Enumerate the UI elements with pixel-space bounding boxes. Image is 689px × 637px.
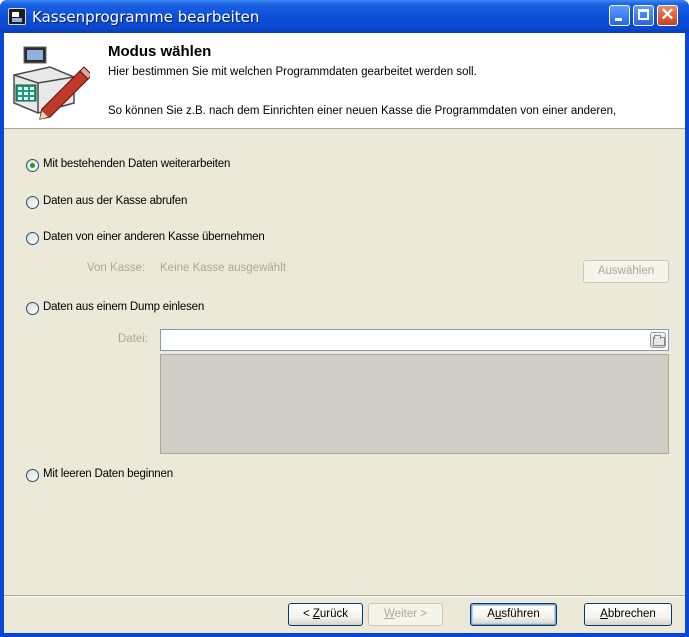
window-bottom-border xyxy=(4,633,685,637)
radio-dump-data[interactable] xyxy=(26,302,39,315)
header-description: Hier bestimmen Sie mit welchen Programmd… xyxy=(108,66,477,78)
radio-copy-data[interactable] xyxy=(26,232,39,245)
dump-file-input[interactable] xyxy=(160,329,669,351)
option-empty-label: Mit leeren Daten beginnen xyxy=(43,468,173,480)
file-label: Datei: xyxy=(118,333,149,345)
folder-open-icon[interactable] xyxy=(650,332,666,348)
cancel-button[interactable]: Abbrechen xyxy=(584,603,672,626)
back-button-prefix: < xyxy=(302,608,313,620)
cash-register-edit-icon xyxy=(13,46,90,120)
window-title: Kassenprogramme bearbeiten xyxy=(32,8,260,26)
run-button-pre: A xyxy=(487,608,495,620)
header-description-2: So können Sie z.B. nach dem Einrichten e… xyxy=(108,105,617,117)
run-button-label: sführen xyxy=(501,608,540,620)
dump-preview-area xyxy=(160,354,669,454)
run-button[interactable]: Ausführen xyxy=(470,603,557,626)
maximize-icon xyxy=(638,9,649,20)
option-copy-label: Daten von einer anderen Kasse übernehmen xyxy=(43,231,265,243)
next-button[interactable]: Weiter > xyxy=(368,603,443,626)
back-button-label: urück xyxy=(319,608,349,620)
header-title: Modus wählen xyxy=(108,43,212,60)
radio-existing-data[interactable] xyxy=(26,159,39,172)
option-existing-label: Mit bestehenden Daten weiterarbeiten xyxy=(43,158,231,170)
option-fetch-label: Daten aus der Kasse abrufen xyxy=(43,195,188,207)
footer-divider xyxy=(4,595,685,597)
dialog-window: Kassenprogramme bearbeiten ✕ Modus wähle… xyxy=(0,0,689,637)
title-bar[interactable]: Kassenprogramme bearbeiten ✕ xyxy=(0,0,689,33)
back-button[interactable]: < Zurück xyxy=(288,603,363,626)
from-register-label: Von Kasse: xyxy=(87,262,146,274)
option-dump-label: Daten aus einem Dump einlesen xyxy=(43,301,205,313)
wizard-header: Modus wählen Hier bestimmen Sie mit welc… xyxy=(4,33,685,129)
app-icon[interactable] xyxy=(8,8,26,25)
minimize-icon xyxy=(615,18,622,21)
selected-register-value: Keine Kasse ausgewählt xyxy=(160,262,286,274)
next-button-accel: W xyxy=(384,608,395,620)
minimize-button[interactable] xyxy=(609,5,630,26)
radio-empty-data[interactable] xyxy=(26,469,39,482)
maximize-button[interactable] xyxy=(633,5,654,26)
cancel-button-label: bbrechen xyxy=(607,608,656,620)
radio-fetch-data[interactable] xyxy=(26,196,39,209)
close-button[interactable]: ✕ xyxy=(657,5,678,26)
cancel-button-accel: A xyxy=(600,608,608,620)
close-icon: ✕ xyxy=(660,5,675,24)
select-register-button[interactable]: Auswählen xyxy=(583,260,669,283)
next-button-label: eiter > xyxy=(394,608,427,620)
dialog-client: Modus wählen Hier bestimmen Sie mit welc… xyxy=(4,33,685,637)
back-button-accel: Z xyxy=(312,608,320,620)
